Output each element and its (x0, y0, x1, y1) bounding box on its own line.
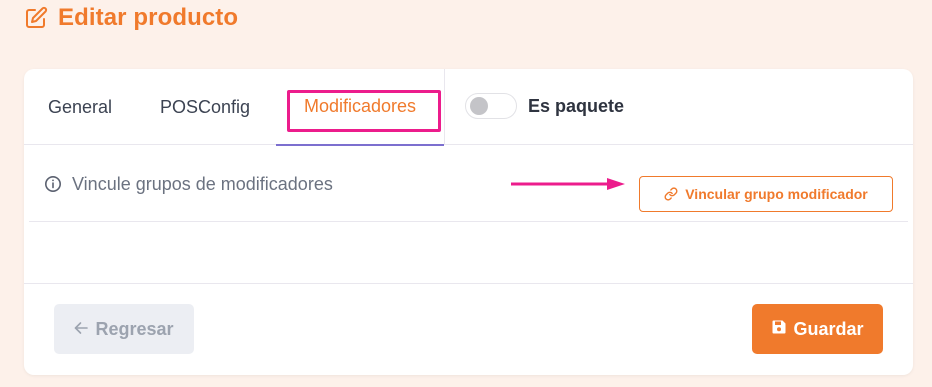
es-paquete-toggle[interactable] (465, 93, 517, 119)
info-message: Vincule grupos de modificadores (44, 146, 333, 222)
card-footer: Regresar Guardar (24, 283, 913, 375)
page-header: Editar producto (24, 4, 238, 32)
link-button-label: Vincular grupo modificador (685, 186, 868, 202)
tab-posconfig[interactable]: POSConfig (160, 69, 250, 145)
info-text: Vincule grupos de modificadores (72, 173, 333, 194)
modifier-groups-row: Vincule grupos de modificadores Vincular… (29, 146, 908, 222)
link-icon (664, 187, 678, 201)
back-button[interactable]: Regresar (54, 304, 194, 354)
es-paquete-label: Es paquete (528, 95, 625, 116)
edit-icon (24, 6, 48, 30)
tabs-bar: General POSConfig Modificadores Es paque… (24, 69, 913, 146)
arrow-left-icon (74, 319, 89, 340)
tab-general[interactable]: General (48, 69, 112, 145)
save-icon (771, 319, 787, 340)
info-icon (44, 175, 62, 193)
page-title: Editar producto (58, 4, 239, 31)
annotation-arrow-icon (511, 178, 625, 190)
back-button-label: Regresar (95, 318, 174, 339)
link-modifier-group-button[interactable]: Vincular grupo modificador (639, 176, 893, 212)
save-button[interactable]: Guardar (752, 304, 883, 354)
tab-divider (444, 69, 445, 145)
tab-modificadores[interactable]: Modificadores (276, 69, 444, 146)
toggle-knob (470, 97, 488, 115)
product-card: General POSConfig Modificadores Es paque… (24, 69, 913, 375)
save-button-label: Guardar (793, 318, 864, 339)
